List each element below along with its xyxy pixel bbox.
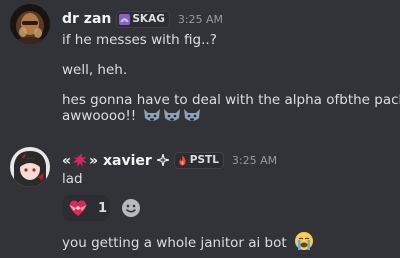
message-text: lad <box>62 171 83 187</box>
rainbow-tag-icon <box>119 13 131 25</box>
message-text: well, heh. <box>62 62 128 78</box>
message-header: « » xavier PSTL 3:25 AM <box>62 150 277 170</box>
avatar-portrait-icon <box>10 4 50 44</box>
message-text: if he messes with fig..? <box>62 32 217 48</box>
timestamp: 3:25 AM <box>231 153 278 167</box>
message-line: lad <box>62 170 83 188</box>
message-line: awwoooo!! <box>62 106 202 125</box>
server-tag-label: SKAG <box>132 13 165 25</box>
message-line: well, heh. <box>62 61 127 79</box>
username[interactable]: dr zan <box>62 11 111 27</box>
message-text: awwoooo!! <box>62 108 137 124</box>
server-tag-label: PSTL <box>189 154 219 166</box>
avatar-anime-icon <box>10 147 50 187</box>
reaction-button[interactable]: 1 <box>62 195 110 221</box>
anger-symbol-emoji-icon <box>73 152 88 167</box>
heart-with-ribbon-icon <box>69 200 87 216</box>
add-reaction-icon <box>122 199 140 217</box>
username[interactable]: « » xavier <box>62 152 152 169</box>
message-text: you getting a whole janitor ai bot <box>62 235 287 251</box>
message-line: you getting a whole janitor ai bot <box>62 231 314 252</box>
loudly-crying-face-emoji-icon[interactable] <box>294 231 314 251</box>
username-prefix: « <box>62 152 72 169</box>
reaction-count: 1 <box>98 200 108 216</box>
fire-tag-icon <box>179 155 186 165</box>
message-line: if he messes with fig..? <box>62 31 217 49</box>
server-tag[interactable]: SKAG <box>116 10 170 28</box>
avatar[interactable] <box>10 4 50 44</box>
server-tag[interactable]: PSTL <box>173 151 224 169</box>
add-reaction-button[interactable] <box>120 197 142 219</box>
username-label: » xavier <box>89 152 152 169</box>
sparkle-icon <box>156 154 169 166</box>
wolf-emoji-icon[interactable] <box>142 106 202 124</box>
message-header: dr zan SKAG 3:25 AM <box>62 9 223 29</box>
timestamp: 3:25 AM <box>177 12 224 26</box>
avatar[interactable] <box>10 147 50 187</box>
